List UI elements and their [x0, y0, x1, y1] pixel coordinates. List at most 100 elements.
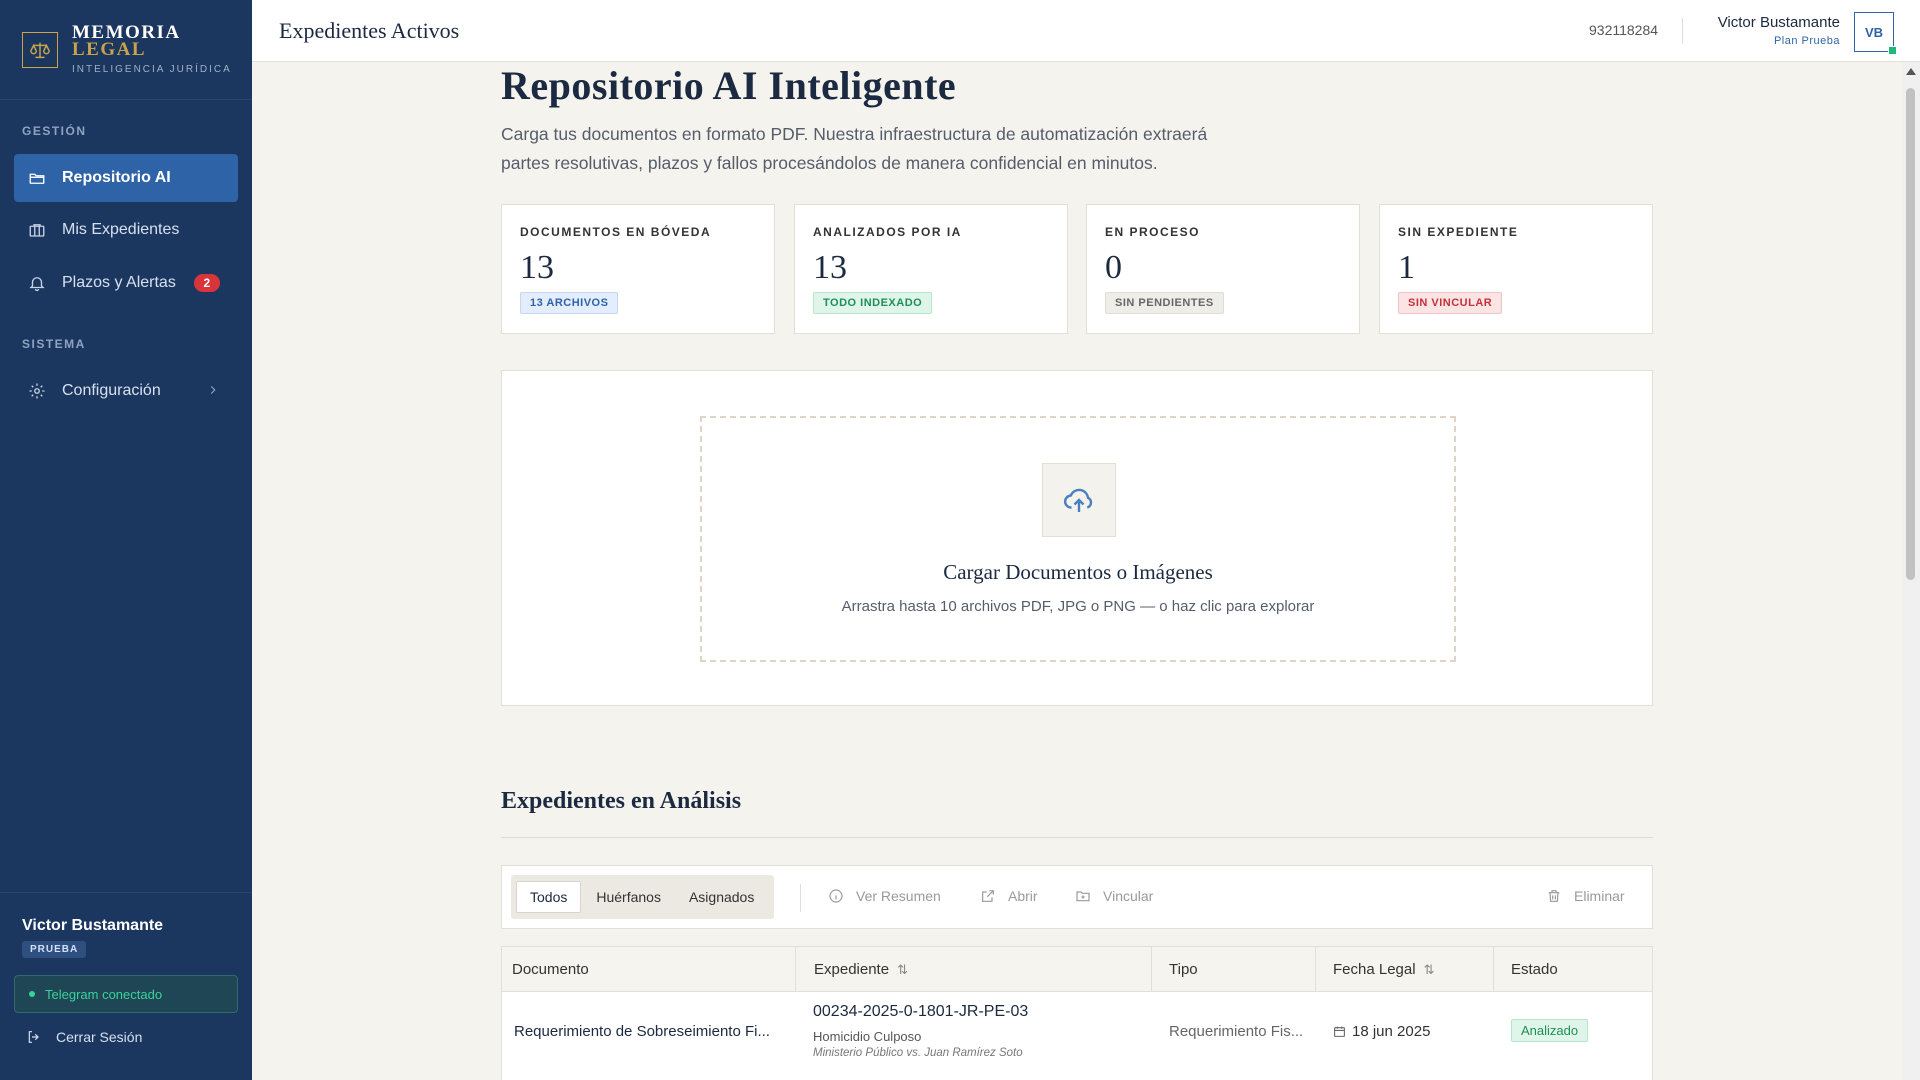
page-description-line: partes resolutivas, plazos y fallos proc…	[501, 153, 1158, 173]
bell-icon	[28, 274, 46, 292]
scroll-up-arrow-icon[interactable]	[1906, 68, 1916, 75]
status-badge: Analizado	[1511, 1019, 1589, 1042]
cell-estado: Analizado	[1511, 1019, 1589, 1042]
sidebar-footer: Victor Bustamante PRUEBA Telegram conect…	[0, 892, 252, 1080]
header-divider	[1682, 18, 1683, 44]
view-summary-button[interactable]: Ver Resumen	[828, 888, 941, 904]
cell-documento: Requerimiento de Sobreseimiento Fi...	[514, 1023, 770, 1040]
alerts-count-badge: 2	[193, 274, 220, 292]
scales-icon	[22, 31, 58, 68]
stat-value: 0	[1105, 249, 1122, 286]
trash-icon	[1548, 890, 1560, 902]
scroll-thumb[interactable]	[1906, 88, 1915, 580]
avatar[interactable]: VB	[1854, 12, 1897, 55]
cell-fecha-value: 18 jun 2025	[1352, 1023, 1431, 1040]
sort-icon: ⇅	[1423, 961, 1435, 977]
column-header-label: Fecha Legal	[1333, 961, 1416, 978]
nav-section-sistema: SISTEMA	[22, 337, 86, 351]
page-title: Repositorio AI Inteligente	[501, 63, 957, 108]
toolbar-divider	[800, 884, 801, 912]
stat-tag: TODO INDEXADO	[813, 292, 933, 314]
filter-huerfanos[interactable]: Huérfanos	[583, 881, 674, 913]
stat-label: SIN EXPEDIENTE	[1398, 225, 1519, 239]
column-header-estado[interactable]: Estado	[1494, 947, 1652, 992]
status-dot-icon	[29, 991, 35, 997]
gear-icon	[28, 382, 46, 400]
external-link-icon	[982, 890, 994, 902]
upload-card: Cargar Documentos o Imágenes Arrastra ha…	[501, 370, 1653, 706]
folder-link-icon	[1076, 891, 1090, 902]
cell-partes: Ministerio Público vs. Juan Ramírez Soto	[813, 1047, 1023, 1059]
header-title: Expedientes Activos	[279, 18, 460, 43]
nav-section-gestion: GESTIÓN	[22, 124, 87, 138]
calendar-icon	[1334, 1026, 1345, 1037]
sidebar-item-repositorio[interactable]: Repositorio AI	[14, 154, 238, 202]
top-header: Expedientes Activos 932118284 Victor Bus…	[252, 0, 1920, 62]
link-button[interactable]: Vincular	[1075, 888, 1153, 904]
brand-logo[interactable]: MEMORIA LEGAL INTELIGENCIA JURÍDICA	[0, 0, 252, 100]
upload-dropzone[interactable]: Cargar Documentos o Imágenes Arrastra ha…	[700, 416, 1456, 662]
open-button[interactable]: Abrir	[980, 888, 1038, 904]
folder-open-icon	[28, 169, 46, 187]
delete-label: Eliminar	[1574, 888, 1625, 904]
sidebar-item-expedientes[interactable]: Mis Expedientes	[14, 206, 238, 254]
logout-button[interactable]: Cerrar Sesión	[26, 1029, 142, 1045]
stat-tag: SIN VINCULAR	[1398, 292, 1503, 314]
brand-name-accent: LEGAL	[72, 39, 147, 60]
stat-value: 13	[520, 249, 554, 286]
sidebar-item-label: Plazos y Alertas	[62, 274, 176, 291]
filter-todos[interactable]: Todos	[516, 881, 582, 913]
delete-button[interactable]: Eliminar	[1546, 888, 1625, 904]
column-header-expediente[interactable]: Expediente ⇅	[796, 947, 1152, 992]
stat-card-documentos: DOCUMENTOS EN BÓVEDA 13 13 ARCHIVOS	[501, 204, 775, 334]
brand-tagline: INTELIGENCIA JURÍDICA	[72, 64, 232, 75]
sidebar-item-label: Repositorio AI	[62, 169, 171, 186]
avatar-initials: VB	[1864, 24, 1884, 40]
section-divider	[501, 837, 1653, 838]
stat-label: ANALIZADOS POR IA	[813, 225, 962, 239]
logout-label: Cerrar Sesión	[56, 1029, 143, 1045]
header-user-plan: Plan Prueba	[1773, 35, 1840, 47]
telegram-status-label: Telegram conectado	[45, 986, 163, 1002]
table-header: Documento Expediente ⇅ Tipo Fecha Legal ⇅ …	[502, 947, 1652, 992]
column-header-fecha[interactable]: Fecha Legal ⇅	[1316, 947, 1494, 992]
sidebar-item-configuracion[interactable]: Configuración	[14, 367, 238, 415]
stat-value: 13	[813, 249, 847, 286]
header-phone: 932118284	[1589, 22, 1659, 38]
info-icon	[829, 889, 843, 903]
stat-label: DOCUMENTOS EN BÓVEDA	[520, 225, 712, 239]
page-scrollbar[interactable]	[1902, 62, 1920, 1080]
open-label: Abrir	[1008, 888, 1038, 904]
online-status-dot	[1888, 46, 1897, 55]
header-user-name: Victor Bustamante	[1717, 14, 1840, 31]
filter-segmented-control: Todos Huérfanos Asignados	[511, 875, 775, 919]
table-toolbar: Todos Huérfanos Asignados Ver Resumen Ab…	[501, 865, 1653, 929]
cell-tipo: Requerimiento Fis...	[1169, 1023, 1304, 1040]
column-header-label: Documento	[512, 961, 589, 978]
page-description: Carga tus documentos en formato PDF. Nue…	[501, 120, 1301, 178]
column-header-tipo[interactable]: Tipo	[1152, 947, 1316, 992]
page-description-line: Carga tus documentos en formato PDF. Nue…	[501, 124, 1208, 144]
briefcase-icon	[28, 221, 46, 239]
filter-asignados[interactable]: Asignados	[676, 881, 767, 913]
upload-description: Arrastra hasta 10 archivos PDF, JPG o PN…	[841, 598, 1315, 615]
header-user-info[interactable]: Victor Bustamante Plan Prueba	[1718, 14, 1840, 47]
column-header-documento[interactable]: Documento	[502, 947, 796, 992]
stat-card-sin-expediente: SIN EXPEDIENTE 1 SIN VINCULAR	[1379, 204, 1653, 334]
column-header-label: Tipo	[1169, 961, 1198, 978]
cell-expediente: 00234-2025-0-1801-JR-PE-03	[813, 1003, 1029, 1020]
logout-icon	[28, 1031, 39, 1043]
column-header-label: Estado	[1511, 961, 1558, 978]
upload-title: Cargar Documentos o Imágenes	[943, 560, 1213, 584]
stat-value: 1	[1398, 249, 1415, 286]
sidebar: MEMORIA LEGAL INTELIGENCIA JURÍDICA GEST…	[0, 0, 252, 1080]
sidebar-user-name: Victor Bustamante	[22, 917, 164, 934]
section-title: Expedientes en Análisis	[501, 788, 742, 814]
cloud-upload-icon	[1042, 463, 1116, 537]
telegram-status[interactable]: Telegram conectado	[14, 975, 238, 1013]
stat-tag: 13 ARCHIVOS	[520, 292, 619, 314]
sidebar-item-plazos[interactable]: Plazos y Alertas 2	[14, 259, 238, 307]
plan-badge: PRUEBA	[22, 941, 87, 958]
column-header-label: Expediente	[814, 961, 890, 978]
sidebar-item-label: Configuración	[62, 382, 161, 399]
